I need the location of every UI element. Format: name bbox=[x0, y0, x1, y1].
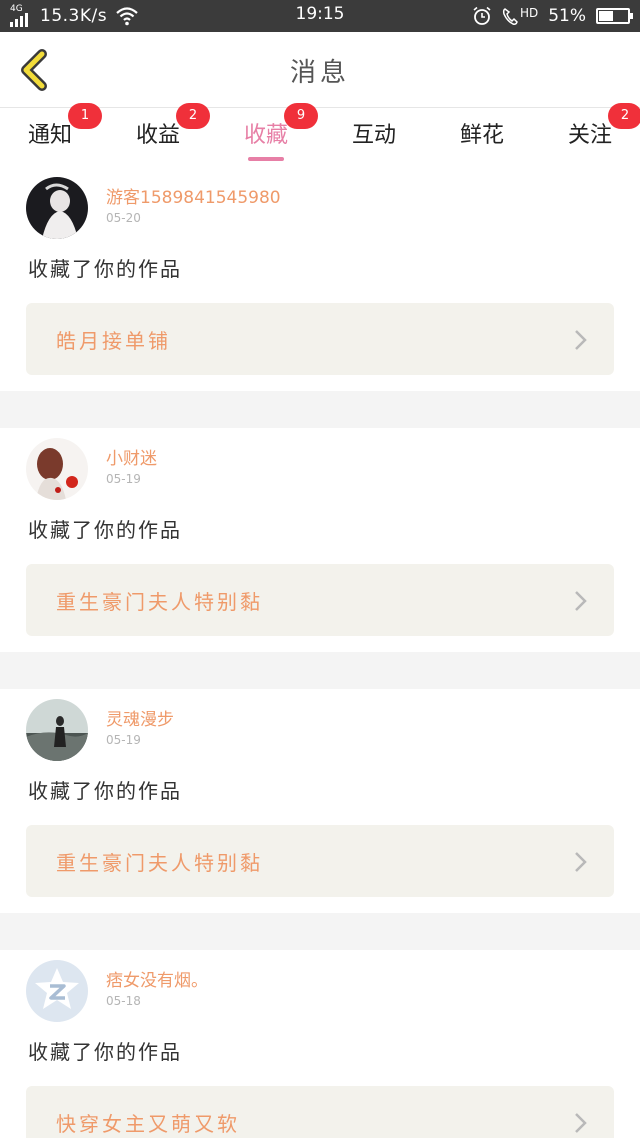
chevron-right-icon bbox=[575, 591, 587, 611]
tab-bar: 通知 1 收益 2 收藏 9 互动 鲜花 关注 2 bbox=[0, 103, 640, 167]
avatar[interactable] bbox=[26, 177, 88, 239]
unread-badge: 2 bbox=[176, 103, 210, 129]
tab-label: 鲜花 bbox=[459, 123, 504, 148]
work-link[interactable]: 皓月接单铺 bbox=[26, 303, 614, 375]
chevron-right-icon bbox=[575, 330, 587, 350]
work-link[interactable]: 快穿女主又萌又软 bbox=[26, 1086, 614, 1138]
tab-favorites[interactable]: 收藏 9 bbox=[226, 103, 318, 167]
username[interactable]: 灵魂漫步 bbox=[106, 705, 174, 730]
hd-call-icon bbox=[502, 8, 518, 25]
tab-label: 关注 bbox=[567, 123, 612, 148]
tab-interactions[interactable]: 互动 bbox=[334, 109, 414, 167]
battery-percent: 51% bbox=[548, 6, 586, 26]
avatar[interactable] bbox=[26, 699, 88, 761]
list-item: 游客15898415459​80 05-20 收藏了你的作品 皓月接单铺 bbox=[0, 167, 640, 391]
avatar[interactable] bbox=[26, 438, 88, 500]
divider bbox=[0, 391, 640, 428]
divider bbox=[0, 913, 640, 950]
work-title: 快穿女主又萌又软 bbox=[56, 1112, 240, 1136]
unread-badge: 2 bbox=[608, 103, 640, 129]
work-title: 重生豪门夫人特别黏 bbox=[56, 590, 263, 614]
tab-earnings[interactable]: 收益 2 bbox=[118, 103, 210, 167]
list-item: 痞女没有烟。 05-18 收藏了你的作品 快穿女主又萌又软 bbox=[0, 950, 640, 1138]
message-date: 05-18 bbox=[106, 994, 141, 1008]
list-item: 灵魂漫步 05-19 收藏了你的作品 重生豪门夫人特别黏 bbox=[0, 689, 640, 913]
username[interactable]: 游客15898415459​80 bbox=[106, 183, 281, 208]
alarm-icon bbox=[473, 6, 491, 25]
message-date: 05-20 bbox=[106, 211, 141, 225]
work-link[interactable]: 重生豪门夫人特别黏 bbox=[26, 564, 614, 636]
tab-label: 通知 bbox=[27, 123, 72, 148]
message-list: 游客15898415459​80 05-20 收藏了你的作品 皓月接单铺 小财迷… bbox=[0, 167, 640, 1138]
hd-label: HD bbox=[519, 6, 539, 20]
username[interactable]: 小财迷 bbox=[106, 444, 157, 469]
tab-flowers[interactable]: 鲜花 bbox=[442, 109, 522, 167]
page-title: 消息 bbox=[289, 58, 350, 88]
active-tab-indicator bbox=[248, 157, 284, 161]
tab-label: 互动 bbox=[351, 123, 396, 148]
tab-label: 收藏 bbox=[243, 123, 288, 148]
username[interactable]: 痞女没有烟。 bbox=[106, 966, 208, 991]
work-link[interactable]: 重生豪门夫人特别黏 bbox=[26, 825, 614, 897]
message-text: 收藏了你的作品 bbox=[28, 779, 182, 803]
work-title: 皓月接单铺 bbox=[56, 329, 171, 353]
divider bbox=[0, 652, 640, 689]
message-date: 05-19 bbox=[106, 472, 141, 486]
message-text: 收藏了你的作品 bbox=[28, 518, 182, 542]
message-text: 收藏了你的作品 bbox=[28, 1040, 182, 1064]
default-avatar-icon[interactable] bbox=[26, 960, 88, 1022]
unread-badge: 1 bbox=[68, 103, 102, 129]
tab-label: 收益 bbox=[135, 123, 180, 148]
chevron-right-icon bbox=[575, 1113, 587, 1133]
work-title: 重生豪门夫人特别黏 bbox=[56, 851, 263, 875]
chevron-right-icon bbox=[575, 852, 587, 872]
status-bar: 4G 15.3K/s 19:15 HD 51% bbox=[0, 0, 640, 32]
message-text: 收藏了你的作品 bbox=[28, 257, 182, 281]
top-header: 消息 bbox=[0, 32, 640, 108]
battery-icon bbox=[596, 8, 633, 24]
message-date: 05-19 bbox=[106, 733, 141, 747]
list-item: 小财迷 05-19 收藏了你的作品 重生豪门夫人特别黏 bbox=[0, 428, 640, 652]
tab-notifications[interactable]: 通知 1 bbox=[10, 103, 102, 167]
unread-badge: 9 bbox=[284, 103, 318, 129]
tab-following[interactable]: 关注 2 bbox=[550, 103, 640, 167]
